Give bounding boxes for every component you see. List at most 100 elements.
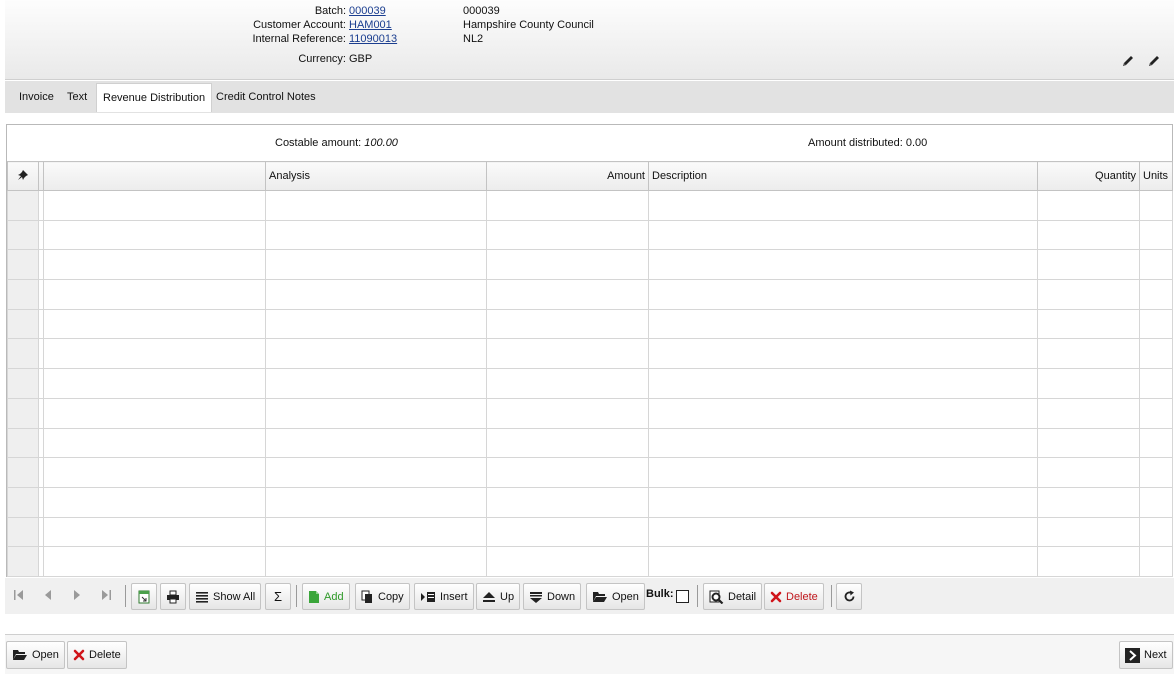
row-selector[interactable] (7, 279, 39, 310)
grid-cell[interactable] (43, 516, 266, 548)
edit-icon[interactable] (1147, 54, 1161, 68)
grid-cell[interactable] (1037, 457, 1140, 488)
grid-cell[interactable] (486, 190, 649, 221)
grid-col-header-blank[interactable] (43, 161, 266, 191)
refresh-button[interactable] (836, 583, 862, 610)
grid-cell[interactable] (265, 457, 487, 488)
show-all-button[interactable]: Show All (189, 583, 262, 610)
grid-cell[interactable] (486, 279, 649, 310)
grid-cell[interactable] (648, 486, 1038, 518)
row-selector[interactable] (7, 368, 39, 399)
grid-cell[interactable] (1139, 308, 1173, 340)
grid-cell[interactable] (648, 516, 1038, 548)
insert-button[interactable]: Insert (414, 583, 474, 610)
grid-col-header-units[interactable]: Units (1139, 161, 1173, 191)
grid-cell[interactable] (486, 546, 649, 577)
grid-cell[interactable] (43, 219, 266, 251)
up-button[interactable]: Up (476, 583, 521, 610)
grid-cell[interactable] (1139, 368, 1173, 399)
grid-cell[interactable] (1139, 219, 1173, 251)
grid-cell[interactable] (1037, 279, 1140, 310)
down-button[interactable]: Down (523, 583, 582, 610)
table-row[interactable] (7, 249, 1173, 281)
print-button[interactable] (160, 583, 186, 610)
grid-cell[interactable] (43, 368, 266, 399)
row-selector[interactable] (7, 308, 39, 340)
grid-col-header-quantity[interactable]: Quantity (1037, 161, 1140, 191)
pin-column-header[interactable] (7, 161, 39, 191)
table-row[interactable] (7, 397, 1173, 429)
grid-col-header-description[interactable]: Description (648, 161, 1038, 191)
table-row[interactable] (7, 338, 1173, 370)
grid-cell[interactable] (486, 308, 649, 340)
grid-col-header-amount[interactable]: Amount (486, 161, 649, 191)
grid-cell[interactable] (43, 249, 266, 281)
grid-cell[interactable] (265, 338, 487, 370)
table-row[interactable] (7, 486, 1173, 518)
grid-cell[interactable] (648, 219, 1038, 251)
grid-cell[interactable] (1139, 546, 1173, 577)
copy-button[interactable]: Copy (355, 583, 410, 610)
grid-cell[interactable] (43, 397, 266, 429)
table-row[interactable] (7, 368, 1173, 399)
grid-cell[interactable] (648, 427, 1038, 459)
grid-cell[interactable] (648, 190, 1038, 221)
grid-cell[interactable] (648, 457, 1038, 488)
grid-cell[interactable] (1139, 397, 1173, 429)
grid-cell[interactable] (43, 190, 266, 221)
tab-text[interactable]: Text (61, 83, 93, 112)
sum-button[interactable]: Σ (265, 583, 291, 610)
grid-cell[interactable] (1139, 486, 1173, 518)
table-row[interactable] (7, 190, 1173, 221)
grid-cell[interactable] (265, 546, 487, 577)
grid-cell[interactable] (1037, 249, 1140, 281)
table-row[interactable] (7, 457, 1173, 488)
row-selector[interactable] (7, 516, 39, 548)
reference-link[interactable]: 11090013 (349, 32, 397, 46)
row-selector[interactable] (7, 486, 39, 518)
grid-cell[interactable] (1037, 190, 1140, 221)
grid-cell[interactable] (265, 308, 487, 340)
first-icon[interactable] (13, 588, 25, 602)
pin-icon[interactable] (17, 169, 29, 181)
row-selector[interactable] (7, 219, 39, 251)
grid-cell[interactable] (486, 486, 649, 518)
table-row[interactable] (7, 308, 1173, 340)
grid-cell[interactable] (648, 338, 1038, 370)
grid-cell[interactable] (1037, 516, 1140, 548)
grid-cell[interactable] (43, 546, 266, 577)
table-row[interactable] (7, 219, 1173, 251)
row-selector[interactable] (7, 427, 39, 459)
grid-cell[interactable] (486, 457, 649, 488)
grid-cell[interactable] (648, 308, 1038, 340)
grid-cell[interactable] (265, 397, 487, 429)
grid-cell[interactable] (1139, 457, 1173, 488)
grid-cell[interactable] (265, 368, 487, 399)
grid-cell[interactable] (265, 279, 487, 310)
grid-cell[interactable] (1139, 279, 1173, 310)
grid-cell[interactable] (1037, 308, 1140, 340)
grid-cell[interactable] (1037, 219, 1140, 251)
export-button[interactable] (131, 583, 157, 610)
grid-cell[interactable] (265, 219, 487, 251)
table-row[interactable] (7, 427, 1173, 459)
grid-cell[interactable] (1037, 338, 1140, 370)
grid-cell[interactable] (265, 427, 487, 459)
grid-cell[interactable] (648, 546, 1038, 577)
grid-cell[interactable] (265, 249, 487, 281)
grid-cell[interactable] (486, 249, 649, 281)
grid-cell[interactable] (1139, 338, 1173, 370)
grid-cell[interactable] (486, 516, 649, 548)
grid-cell[interactable] (486, 338, 649, 370)
grid-cell[interactable] (43, 308, 266, 340)
table-row[interactable] (7, 516, 1173, 548)
row-selector[interactable] (7, 546, 39, 577)
next-page-icon[interactable] (71, 588, 83, 602)
open-row-button[interactable]: Open (586, 583, 645, 610)
grid-cell[interactable] (486, 397, 649, 429)
tab-invoice[interactable]: Invoice (13, 83, 60, 112)
grid-col-header-analysis[interactable]: Analysis (265, 161, 487, 191)
grid-cell[interactable] (43, 427, 266, 459)
prev-icon[interactable] (42, 588, 54, 602)
table-row[interactable] (7, 546, 1173, 577)
